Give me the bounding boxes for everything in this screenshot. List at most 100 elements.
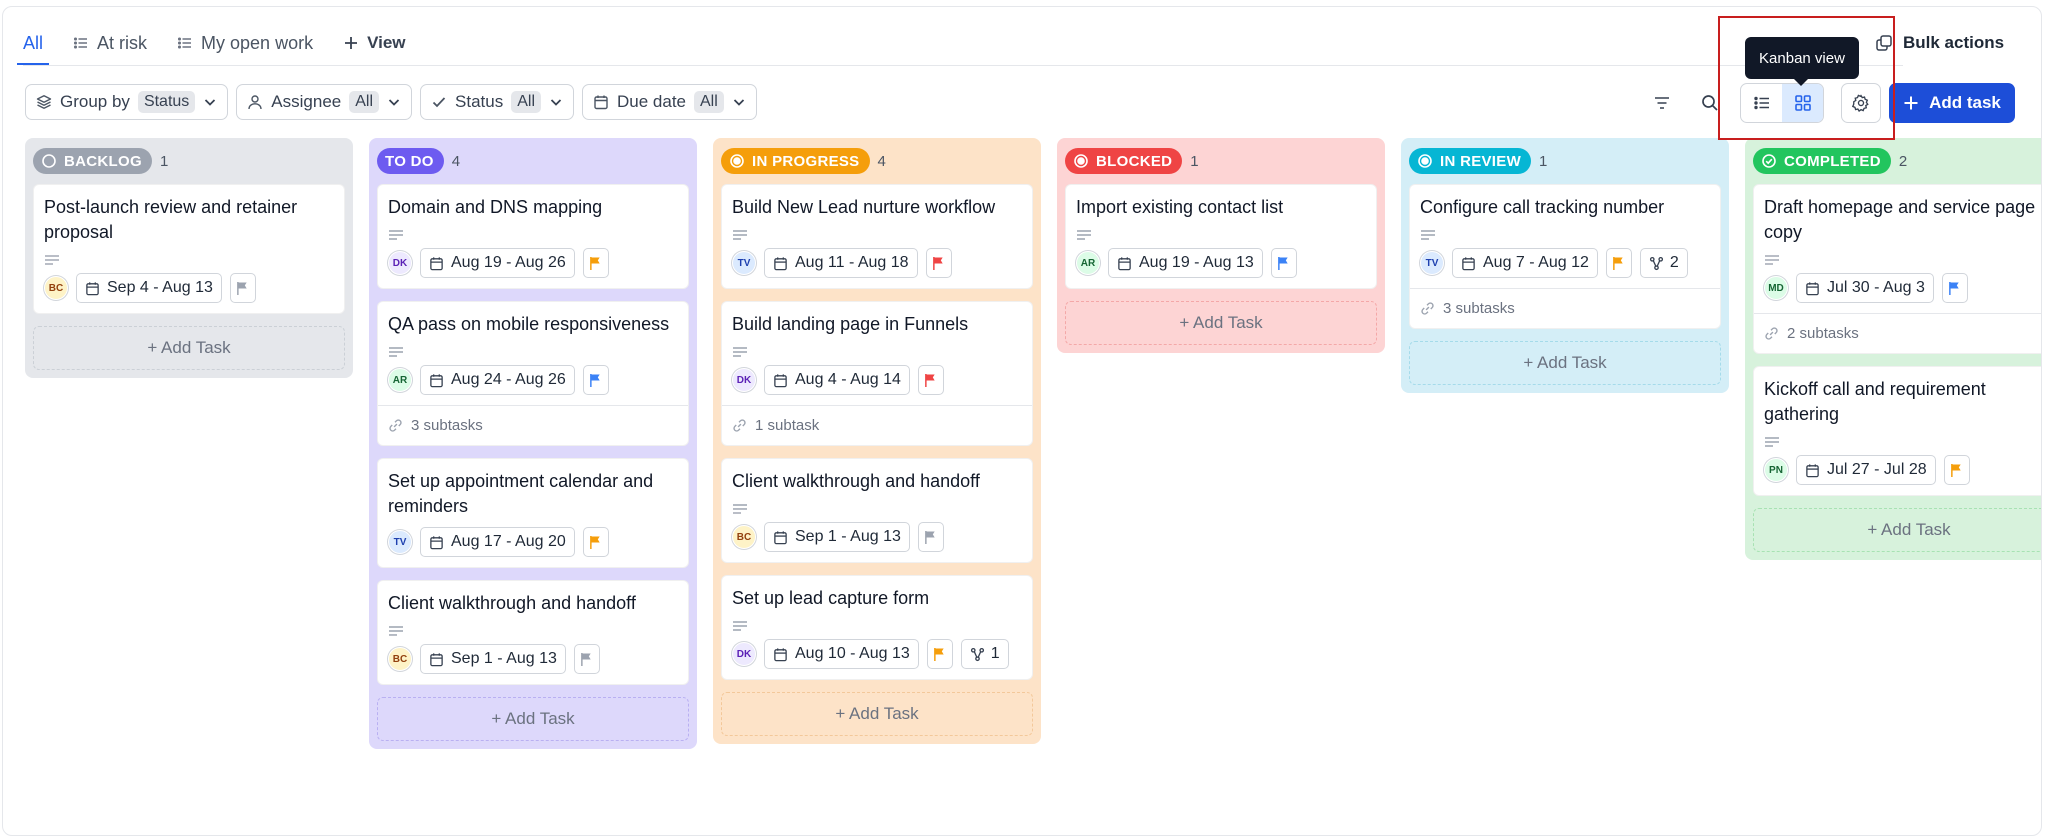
task-title: Client walkthrough and handoff xyxy=(732,471,980,491)
due-date-chip[interactable]: Aug 19 - Aug 26 xyxy=(420,248,575,278)
due-date-chip[interactable]: Aug 19 - Aug 13 xyxy=(1108,248,1263,278)
task-card[interactable]: Client walkthrough and handoff BC Sep 1 - … xyxy=(721,458,1033,563)
subtasks-link[interactable]: 3 subtasks xyxy=(1410,288,1720,328)
avatar[interactable]: AR xyxy=(1076,251,1100,275)
task-card[interactable]: Import existing contact list AR Aug 19 - A… xyxy=(1065,184,1377,289)
task-title: Build New Lead nurture workflow xyxy=(732,197,996,217)
priority-flag[interactable] xyxy=(582,365,609,395)
priority-flag[interactable] xyxy=(925,248,952,278)
link-icon xyxy=(732,418,747,433)
due-date-chip[interactable]: Aug 11 - Aug 18 xyxy=(764,248,918,278)
avatar[interactable]: TV xyxy=(388,530,412,554)
plus-icon xyxy=(343,35,359,51)
tab-label: View xyxy=(367,33,406,52)
column-header: COMPLETED 2 xyxy=(1753,148,2041,174)
due-date-chip[interactable]: Sep 4 - Aug 13 xyxy=(76,273,222,303)
add-task-inline-button[interactable]: + Add Task xyxy=(1065,301,1377,345)
task-card[interactable]: Kickoff call and requirement gathering PN… xyxy=(1753,366,2041,496)
priority-flag[interactable] xyxy=(926,639,953,669)
chevron-down-icon xyxy=(732,95,746,109)
due-date-text: Aug 19 - Aug 26 xyxy=(451,254,566,271)
column-header: BACKLOG 1 xyxy=(33,148,345,174)
task-title: Draft homepage and service page copy xyxy=(1764,197,2036,242)
filter-label: Status xyxy=(455,92,504,111)
task-card[interactable]: Post-launch review and retainer proposal… xyxy=(33,184,345,314)
column-count: 2 xyxy=(1898,152,1908,170)
priority-flag[interactable] xyxy=(1941,273,1968,303)
subtask-count-chip[interactable]: 2 xyxy=(1639,248,1688,278)
due-date-chip[interactable]: Aug 7 - Aug 12 xyxy=(1452,248,1598,278)
task-card[interactable]: Set up lead capture form DK Aug 10 - Aug 1… xyxy=(721,575,1033,680)
task-card[interactable]: QA pass on mobile responsiveness AR Aug 24… xyxy=(377,301,689,446)
due-date-chip[interactable]: Aug 4 - Aug 14 xyxy=(764,365,910,395)
priority-flag[interactable] xyxy=(229,273,256,303)
avatar[interactable]: PN xyxy=(1764,458,1788,482)
due-date-chip[interactable]: Sep 1 - Aug 13 xyxy=(420,644,566,674)
due-date-chip[interactable]: Jul 30 - Aug 3 xyxy=(1796,273,1934,303)
add-task-inline-button[interactable]: + Add Task xyxy=(377,697,689,741)
add-task-inline-button[interactable]: + Add Task xyxy=(721,692,1033,736)
avatar[interactable]: AR xyxy=(388,368,412,392)
add-task-inline-button[interactable]: + Add Task xyxy=(1753,508,2041,552)
tab-all[interactable]: All xyxy=(16,21,50,65)
priority-flag[interactable] xyxy=(573,644,600,674)
due-date-chip[interactable]: Aug 17 - Aug 20 xyxy=(420,527,575,557)
tab-my-open-work[interactable]: My open work xyxy=(177,21,313,65)
due-date-text: Sep 1 - Aug 13 xyxy=(451,650,557,667)
priority-flag[interactable] xyxy=(582,248,609,278)
priority-flag[interactable] xyxy=(1605,248,1632,278)
add-task-button[interactable]: Add task xyxy=(1889,83,2015,123)
task-card[interactable]: Build New Lead nurture workflow TV Aug 11 … xyxy=(721,184,1033,289)
subtasks-link[interactable]: 2 subtasks xyxy=(1754,313,2041,353)
description-icon xyxy=(1076,228,1092,240)
status-filter[interactable]: Status All xyxy=(420,84,574,120)
highlight-box xyxy=(1718,16,1895,140)
due-date-chip[interactable]: Aug 24 - Aug 26 xyxy=(420,365,575,395)
status-label: IN REVIEW xyxy=(1440,152,1522,170)
due-date-chip[interactable]: Aug 10 - Aug 13 xyxy=(764,639,919,669)
add-task-inline-button[interactable]: + Add Task xyxy=(1409,341,1721,385)
due-date-chip[interactable]: Sep 1 - Aug 13 xyxy=(764,522,910,552)
avatar[interactable]: BC xyxy=(732,525,756,549)
due-date-filter[interactable]: Due date All xyxy=(582,84,757,120)
tab-at-risk[interactable]: At risk xyxy=(73,21,147,65)
task-card[interactable]: Domain and DNS mapping DK Aug 19 - Aug 26 xyxy=(377,184,689,289)
priority-flag[interactable] xyxy=(917,522,944,552)
task-meta: AR Aug 19 - Aug 13 xyxy=(1076,248,1366,278)
priority-flag[interactable] xyxy=(1270,248,1297,278)
assignee-filter[interactable]: Assignee All xyxy=(236,84,413,120)
add-view-button[interactable]: View xyxy=(343,21,406,65)
task-meta: TV Aug 7 - Aug 12 2 xyxy=(1420,248,1710,278)
avatar[interactable]: DK xyxy=(732,642,756,666)
subtasks-link[interactable]: 3 subtasks xyxy=(378,405,688,445)
priority-flag[interactable] xyxy=(1943,455,1970,485)
status-badge: COMPLETED xyxy=(1753,148,1891,174)
avatar[interactable]: DK xyxy=(732,368,756,392)
due-date-chip[interactable]: Jul 27 - Jul 28 xyxy=(1796,455,1936,485)
calendar-icon xyxy=(773,530,788,545)
avatar[interactable]: DK xyxy=(388,251,412,275)
flag-icon xyxy=(581,652,592,666)
column-count: 1 xyxy=(1190,152,1199,170)
task-card[interactable]: Client walkthrough and handoff BC Sep 1 - … xyxy=(377,580,689,685)
add-task-inline-button[interactable]: + Add Task xyxy=(33,326,345,370)
subtasks-link[interactable]: 1 subtask xyxy=(722,405,1032,445)
avatar[interactable]: TV xyxy=(732,251,756,275)
avatar[interactable]: BC xyxy=(44,276,68,300)
task-card[interactable]: Configure call tracking number TV Aug 7 - … xyxy=(1409,184,1721,329)
filter-lines-icon[interactable] xyxy=(1648,89,1676,117)
group-by-filter[interactable]: Group by Status xyxy=(25,84,229,120)
avatar[interactable]: TV xyxy=(1420,251,1444,275)
task-card[interactable]: Draft homepage and service page copy MD Ju… xyxy=(1753,184,2041,354)
priority-flag[interactable] xyxy=(917,365,944,395)
description-icon xyxy=(388,345,404,357)
column-completed: COMPLETED 2 Draft homepage and service pag… xyxy=(1745,138,2041,560)
link-icon xyxy=(1420,301,1435,316)
avatar[interactable]: BC xyxy=(388,647,412,671)
task-card[interactable]: Build landing page in Funnels DK Aug 4 - A… xyxy=(721,301,1033,446)
task-meta: MD Jul 30 - Aug 3 xyxy=(1764,273,2041,303)
avatar[interactable]: MD xyxy=(1764,276,1788,300)
subtask-count-chip[interactable]: 1 xyxy=(960,639,1009,669)
task-card[interactable]: Set up appointment calendar and reminder… xyxy=(377,458,689,568)
priority-flag[interactable] xyxy=(582,527,609,557)
